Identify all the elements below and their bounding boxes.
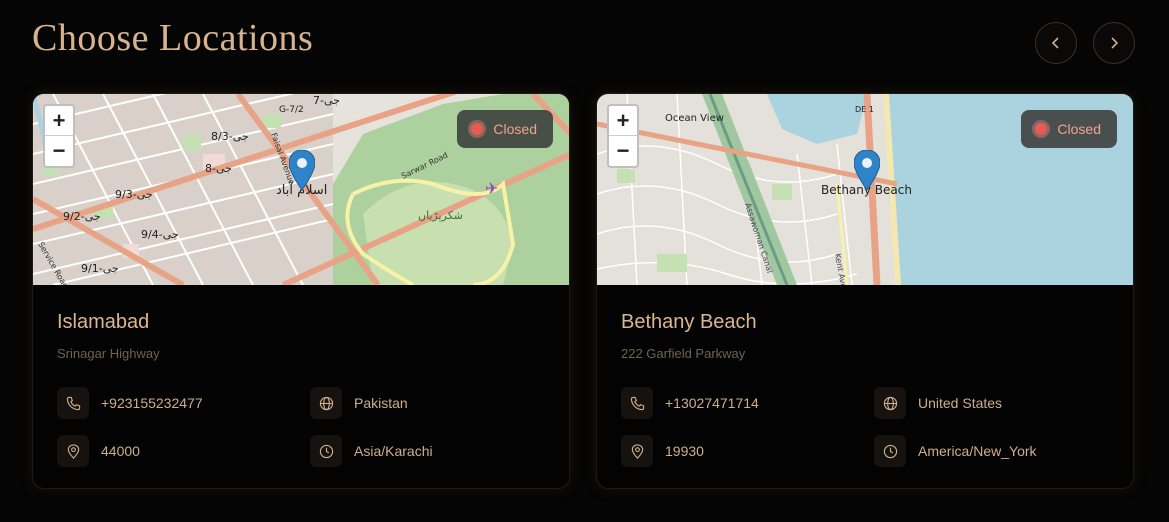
timezone-value: Asia/Karachi [354, 443, 433, 459]
zoom-in-button[interactable]: + [45, 106, 73, 136]
svg-text:9/1-جی: 9/1-جی [81, 262, 119, 275]
svg-text:جی-7: جی-7 [313, 94, 340, 107]
country-value: United States [918, 395, 1003, 411]
map-zoom-control[interactable]: + − [43, 104, 75, 168]
location-address: Srinagar Highway [57, 346, 160, 361]
location-card-bethany-beach[interactable]: Ocean View Bethany Beach DE 1 Assawoman … [596, 93, 1134, 489]
globe-icon [310, 387, 342, 419]
country-item: United States [874, 387, 1127, 419]
clock-icon [310, 435, 342, 467]
svg-text:9/2-جی: 9/2-جی [63, 210, 101, 223]
svg-text:✈: ✈ [485, 179, 498, 198]
map-pin-icon [621, 435, 653, 467]
phone-value: +13027471714 [665, 395, 759, 411]
status-label: Closed [493, 121, 537, 137]
svg-text:9/3-جی: 9/3-جی [115, 188, 153, 201]
status-badge: Closed [1021, 110, 1117, 148]
svg-text:شکرپڑیاں: شکرپڑیاں [418, 209, 463, 222]
phone-item[interactable]: +13027471714 [621, 387, 874, 419]
zoom-in-button[interactable]: + [609, 106, 637, 136]
timezone-item: America/New_York [874, 435, 1127, 467]
status-label: Closed [1057, 121, 1101, 137]
location-map[interactable]: Ocean View Bethany Beach DE 1 Assawoman … [597, 94, 1133, 285]
phone-icon [621, 387, 653, 419]
svg-text:9/4-جی: 9/4-جی [141, 228, 179, 241]
zoom-out-button[interactable]: − [609, 136, 637, 166]
svg-text:DE 1: DE 1 [855, 105, 874, 114]
location-name: Islamabad [57, 311, 150, 333]
phone-item[interactable]: +923155232477 [57, 387, 310, 419]
phone-value: +923155232477 [101, 395, 203, 411]
status-dot [1035, 123, 1048, 135]
phone-icon [57, 387, 89, 419]
zoom-out-button[interactable]: − [45, 136, 73, 166]
location-address: 222 Garfield Parkway [621, 346, 746, 361]
location-map[interactable]: ✈ G-7/2 جی-7 8/3-جی جی-8 9/3-جی 9/2-جی 9… [33, 94, 569, 285]
map-marker-icon[interactable] [853, 149, 881, 191]
map-pin-icon [57, 435, 89, 467]
map-marker-icon[interactable] [288, 149, 316, 191]
globe-icon [874, 387, 906, 419]
location-name: Bethany Beach [621, 311, 757, 333]
timezone-value: America/New_York [918, 443, 1037, 459]
postal-item: 44000 [57, 435, 310, 467]
chevron-right-icon [1111, 37, 1119, 49]
map-zoom-control[interactable]: + − [607, 104, 639, 168]
svg-text:جی-8: جی-8 [205, 162, 232, 175]
postal-code-value: 44000 [101, 443, 140, 459]
timezone-item: Asia/Karachi [310, 435, 563, 467]
page-title: Choose Locations [32, 17, 314, 59]
clock-icon [874, 435, 906, 467]
svg-text:G-7/2: G-7/2 [279, 105, 304, 115]
svg-text:8/3-جی: 8/3-جی [211, 130, 249, 143]
status-dot [471, 123, 484, 135]
next-button[interactable] [1093, 22, 1135, 64]
svg-text:Ocean View: Ocean View [665, 113, 724, 124]
postal-item: 19930 [621, 435, 874, 467]
postal-code-value: 19930 [665, 443, 704, 459]
status-badge: Closed [457, 110, 553, 148]
previous-button[interactable] [1035, 22, 1077, 64]
chevron-left-icon [1051, 37, 1059, 49]
country-value: Pakistan [354, 395, 408, 411]
country-item: Pakistan [310, 387, 563, 419]
location-card-islamabad[interactable]: ✈ G-7/2 جی-7 8/3-جی جی-8 9/3-جی 9/2-جی 9… [32, 93, 570, 489]
